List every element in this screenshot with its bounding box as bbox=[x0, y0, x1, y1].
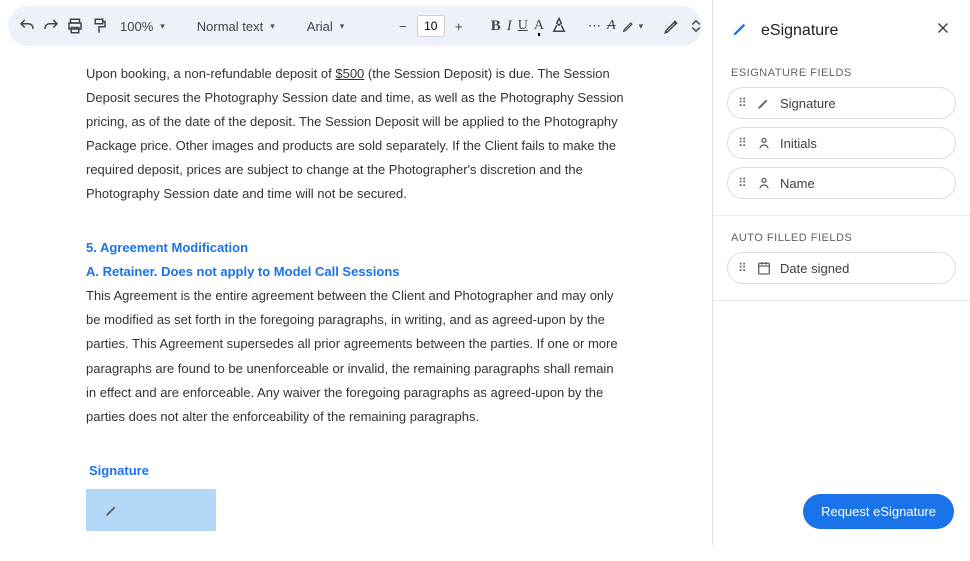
field-date-signed[interactable]: ⠿ Date signed bbox=[727, 252, 956, 284]
drag-handle-icon: ⠿ bbox=[738, 261, 748, 275]
font-select[interactable]: Arial bbox=[301, 19, 371, 34]
field-label: Date signed bbox=[780, 261, 849, 276]
increase-font-button[interactable]: + bbox=[447, 14, 471, 38]
drag-handle-icon: ⠿ bbox=[738, 136, 748, 150]
field-name[interactable]: ⠿ Name bbox=[727, 167, 956, 199]
highlight-button[interactable] bbox=[550, 14, 568, 38]
undo-button[interactable] bbox=[18, 14, 36, 38]
decrease-font-button[interactable]: − bbox=[391, 14, 415, 38]
field-initials[interactable]: ⠿ Initials bbox=[727, 127, 956, 159]
field-label: Initials bbox=[780, 136, 817, 151]
italic-button[interactable]: I bbox=[507, 14, 512, 38]
text-color-button[interactable]: A bbox=[534, 14, 544, 38]
esignature-panel: eSignature ESIGNATURE FIELDS ⠿ Signature… bbox=[712, 0, 970, 545]
field-signature[interactable]: ⠿ Signature bbox=[727, 87, 956, 119]
paint-format-button[interactable] bbox=[90, 14, 108, 38]
sub-heading: A. Retainer. Does not apply to Model Cal… bbox=[86, 260, 626, 284]
signature-field-drop[interactable] bbox=[86, 489, 216, 531]
document-body[interactable]: Upon booking, a non-refundable deposit o… bbox=[26, 52, 686, 561]
pen-icon bbox=[731, 18, 751, 43]
drag-handle-icon: ⠿ bbox=[738, 176, 748, 190]
drag-handle-icon: ⠿ bbox=[738, 96, 748, 110]
person-icon bbox=[756, 175, 772, 191]
person-icon bbox=[756, 135, 772, 151]
font-size-input[interactable] bbox=[417, 15, 445, 37]
section-label: AUTO FILLED FIELDS bbox=[713, 220, 970, 252]
underline-button[interactable]: U bbox=[518, 14, 528, 38]
redo-button[interactable] bbox=[42, 14, 60, 38]
toolbar: 100% Normal text Arial − + B I U A ⋯ A bbox=[8, 6, 702, 46]
close-button[interactable] bbox=[934, 19, 952, 42]
bold-button[interactable]: B bbox=[491, 14, 501, 38]
pen-icon bbox=[104, 502, 120, 518]
expand-button[interactable] bbox=[687, 14, 705, 38]
panel-title: eSignature bbox=[761, 22, 924, 40]
section-heading: 5. Agreement Modification bbox=[86, 236, 626, 260]
calendar-icon bbox=[756, 260, 772, 276]
paragraph: Upon booking, a non-refundable deposit o… bbox=[86, 62, 626, 206]
signature-label: Signature bbox=[89, 459, 626, 483]
print-button[interactable] bbox=[66, 14, 84, 38]
request-esignature-button[interactable]: Request eSignature bbox=[803, 494, 954, 529]
zoom-select[interactable]: 100% bbox=[114, 19, 171, 34]
field-label: Signature bbox=[780, 96, 836, 111]
field-label: Name bbox=[780, 176, 815, 191]
clear-format-button[interactable]: A bbox=[607, 14, 616, 38]
paragraph: This Agreement is the entire agreement b… bbox=[86, 284, 626, 428]
style-select[interactable]: Normal text bbox=[191, 19, 281, 34]
editing-mode-button[interactable] bbox=[663, 14, 681, 38]
section-label: ESIGNATURE FIELDS bbox=[713, 55, 970, 87]
pen-icon bbox=[756, 95, 772, 111]
pen-tool-button[interactable] bbox=[622, 14, 644, 38]
more-button[interactable]: ⋯ bbox=[588, 14, 601, 38]
